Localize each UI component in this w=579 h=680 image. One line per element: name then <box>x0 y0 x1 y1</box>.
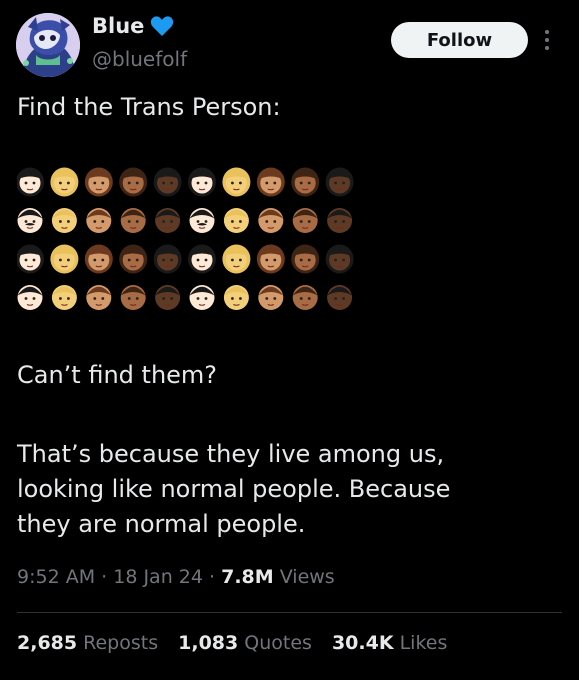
tweet-date[interactable]: 18 Jan 24 <box>113 566 203 588</box>
woman-emoji <box>119 244 148 274</box>
man-emoji <box>223 208 249 233</box>
man-emoji <box>51 285 77 310</box>
display-name[interactable]: Blue <box>92 14 144 38</box>
woman-emoji <box>119 167 148 197</box>
tweet-meta: 9:52 AM · 18 Jan 24 · 7.8M Views <box>17 566 335 588</box>
woman-emoji <box>256 167 285 197</box>
man-emoji <box>86 285 112 310</box>
woman-emoji <box>188 244 216 274</box>
avatar[interactable] <box>16 13 80 77</box>
tweet: Blue @bluefolf Follow Find the Trans Per… <box>0 0 579 680</box>
man-emoji <box>223 285 249 310</box>
woman-emoji <box>325 167 354 197</box>
reposts-count: 2,685 <box>17 632 78 654</box>
man-emoji <box>189 285 215 310</box>
tweet-time[interactable]: 9:52 AM <box>17 566 95 588</box>
woman-emoji <box>222 167 251 197</box>
woman-emoji <box>153 244 182 274</box>
quotes-label: Quotes <box>238 632 312 654</box>
divider <box>17 612 562 613</box>
quotes-stat[interactable]: 1,083 Quotes <box>178 632 312 654</box>
quotes-count: 1,083 <box>178 632 239 654</box>
likes-stat[interactable]: 30.4K Likes <box>332 632 447 654</box>
paragraph-line: That’s because they live among us, <box>17 440 445 468</box>
woman-emoji <box>256 244 285 274</box>
woman-emoji <box>50 244 79 274</box>
man-emoji <box>155 208 181 233</box>
man-mustache-emoji <box>17 208 43 233</box>
tweet-stats: 2,685 Reposts 1,083 Quotes 30.4K Likes <box>17 632 447 654</box>
paragraph-line: they are normal people. <box>17 510 306 538</box>
woman-emoji <box>17 167 44 197</box>
man-emoji <box>155 285 181 310</box>
user-handle[interactable]: @bluefolf <box>92 47 187 71</box>
views-count: 7.8M <box>221 566 274 588</box>
blue-heart-icon <box>150 15 174 37</box>
man-emoji <box>120 208 146 233</box>
meta-separator: · <box>95 566 114 588</box>
avatar-image <box>16 13 80 77</box>
woman-emoji <box>188 167 216 197</box>
woman-emoji <box>291 244 320 274</box>
man-emoji <box>327 208 353 233</box>
views-label: Views <box>273 566 335 588</box>
more-vertical-icon[interactable] <box>541 26 553 54</box>
man-emoji <box>327 285 353 310</box>
woman-emoji <box>84 167 113 197</box>
man-emoji <box>258 208 284 233</box>
woman-emoji <box>84 244 113 274</box>
man-mustache-emoji <box>189 208 215 233</box>
woman-emoji <box>50 167 79 197</box>
man-emoji <box>51 208 77 233</box>
woman-emoji <box>291 167 320 197</box>
paragraph-line: looking like normal people. Because <box>17 475 451 503</box>
meta-separator: · <box>202 566 222 588</box>
tweet-text-line-2: Can’t find them? <box>17 361 218 389</box>
man-emoji <box>292 208 318 233</box>
man-emoji <box>292 285 318 310</box>
woman-emoji <box>222 244 251 274</box>
tweet-text-line-1: Find the Trans Person: <box>17 93 281 121</box>
reposts-stat[interactable]: 2,685 Reposts <box>17 632 158 654</box>
tweet-paragraph: That’s because they live among us, looki… <box>17 437 562 542</box>
man-emoji <box>17 285 43 310</box>
reposts-label: Reposts <box>77 632 159 654</box>
woman-emoji <box>17 244 44 274</box>
likes-label: Likes <box>393 632 448 654</box>
woman-emoji <box>325 244 354 274</box>
likes-count: 30.4K <box>331 632 394 654</box>
man-emoji <box>120 285 146 310</box>
follow-button[interactable]: Follow <box>391 22 528 58</box>
woman-emoji <box>153 167 182 197</box>
emoji-grid <box>17 167 354 310</box>
man-emoji <box>258 285 284 310</box>
man-emoji <box>86 208 112 233</box>
name-row: Blue <box>92 14 174 38</box>
